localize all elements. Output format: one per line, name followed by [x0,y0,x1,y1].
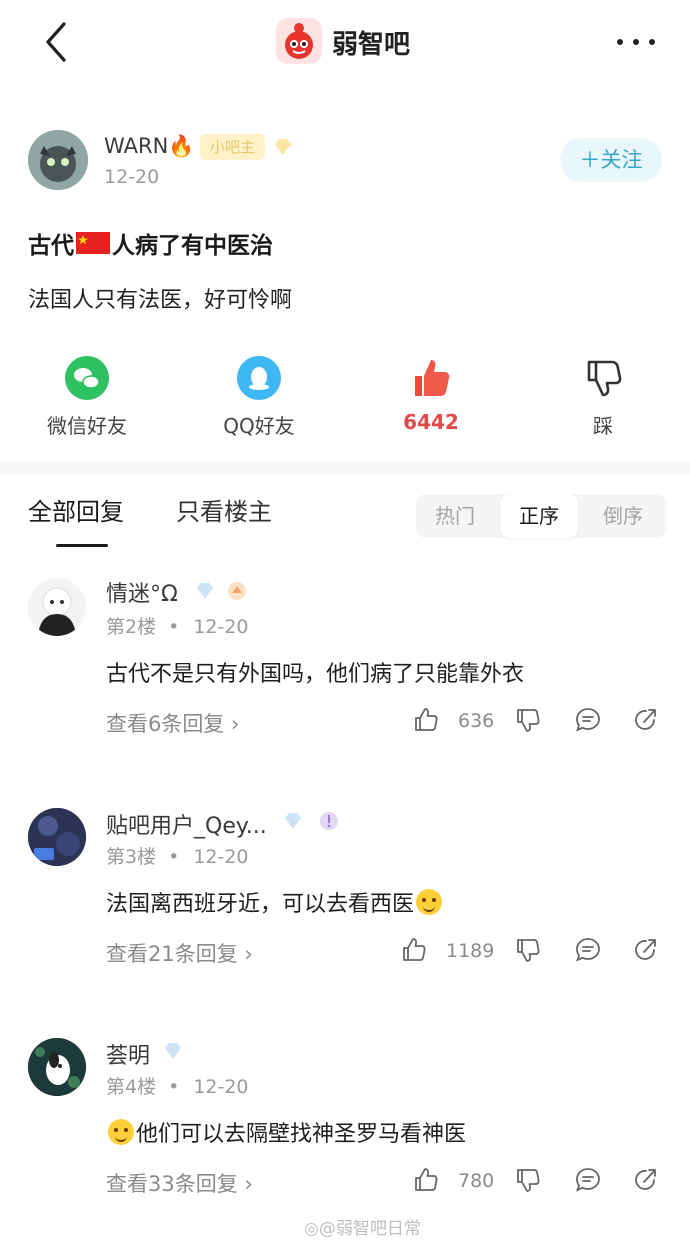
back-icon[interactable] [38,20,78,64]
comment-text-body: 法国离西班牙近，可以去看西医 [106,892,415,917]
post-title-prefix: 古代 [28,233,74,259]
comment-meta: 第4楼 • 12-20 [106,1076,249,1098]
share-wechat-label: 微信好友 [47,414,127,438]
comment-floor: 第2楼 [106,616,157,638]
thumbs-down-icon[interactable] [514,936,542,964]
moderator-badge: 小吧主 [200,134,266,160]
share-icon[interactable] [632,706,660,734]
avatar[interactable] [28,808,86,866]
comment-text: 法国离西班牙近，可以去看西医 [106,886,444,918]
share-qq-label: QQ好友 [223,414,295,438]
reply-icon[interactable] [574,1166,602,1194]
qq-icon [235,354,283,402]
comment-floor: 第3楼 [106,846,157,868]
smile-emoji-icon [108,1119,134,1145]
gem-icon [162,1040,184,1062]
comment-floor: 第4楼 [106,1076,157,1098]
comment-like-count: 636 [458,710,495,732]
view-replies-link[interactable]: 查看33条回复 › [106,1168,253,1198]
comment-username[interactable]: 情迷°Ω [106,576,178,608]
view-replies-link[interactable]: 查看21条回复 › [106,938,253,968]
post-body: 法国人只有法医，好可怜啊 [28,288,293,313]
share-icon[interactable] [632,936,660,964]
comment-date: 12-20 [193,846,249,868]
post-title: 古代 人病了有中医治 [28,226,273,260]
like-button[interactable]: 6442 [366,354,496,434]
gem-icon [282,810,304,832]
smile-emoji-icon [416,889,443,915]
thumbs-up-icon[interactable] [412,706,440,734]
op-avatar[interactable] [28,130,88,190]
avatar[interactable] [28,1038,86,1096]
more-icon[interactable] [612,30,660,54]
dislike-button[interactable]: 踩 [538,354,668,439]
thumbs-down-icon[interactable] [514,1166,542,1194]
sort-hot-button[interactable]: 热门 [416,494,494,538]
post-title-suffix: 人病了有中医治 [112,233,273,259]
thumbs-up-icon [407,354,455,402]
tab-all-replies[interactable]: 全部回复 [28,492,124,527]
reply-icon[interactable] [574,936,602,964]
dislike-label: 踩 [593,414,613,438]
thumbs-down-icon [579,354,627,402]
thumbs-up-icon[interactable] [412,1166,440,1194]
sort-asc-button[interactable]: 正序 [500,494,578,538]
thumbs-up-icon[interactable] [400,936,428,964]
view-replies-link[interactable]: 查看6条回复 › [106,708,239,738]
sort-switch: 热门 正序 倒序 [416,494,666,538]
follow-button[interactable]: ＋关注 [560,138,662,182]
gem-icon [272,136,294,158]
op-username[interactable]: WARN🔥 [104,134,194,159]
share-wechat-button[interactable]: 微信好友 [22,354,152,439]
thumbs-down-icon[interactable] [514,706,542,734]
share-icon[interactable] [632,1166,660,1194]
tab-indicator [56,544,108,547]
share-qq-button[interactable]: QQ好友 [194,354,324,439]
china-flag-icon [76,232,110,254]
tab-op-only[interactable]: 只看楼主 [176,492,272,527]
avatar[interactable] [28,578,86,636]
comment-date: 12-20 [193,616,249,638]
section-divider [0,462,690,474]
comment-username[interactable]: 荟明 [106,1038,150,1070]
gem-icon [194,580,216,602]
wechat-icon [63,354,111,402]
post-date: 12-20 [104,166,160,188]
sort-desc-button[interactable]: 倒序 [584,494,662,538]
level-badge-icon [226,580,248,602]
forum-logo-icon[interactable] [276,18,322,64]
forum-name[interactable]: 弱智吧 [332,24,410,61]
comment-text-body: 他们可以去隔壁找神圣罗马看神医 [136,1122,467,1147]
comment-meta: 第3楼 • 12-20 [106,846,249,868]
watermark: ◎@弱智吧日常 [304,1219,421,1239]
comment-like-count: 1189 [446,940,495,962]
comment-meta: 第2楼 • 12-20 [106,616,249,638]
comment-text: 他们可以去隔壁找神圣罗马看神医 [106,1116,466,1148]
comment-text: 古代不是只有外国吗，他们病了只能靠外衣 [106,662,525,687]
comment-like-count: 780 [458,1170,495,1192]
reply-icon[interactable] [574,706,602,734]
like-count: 6442 [403,410,459,434]
top-bar: 弱智吧 [0,0,690,88]
comment-username[interactable]: 贴吧用户_Qey... [106,808,267,840]
level-badge-icon [318,810,340,832]
comment-date: 12-20 [193,1076,249,1098]
